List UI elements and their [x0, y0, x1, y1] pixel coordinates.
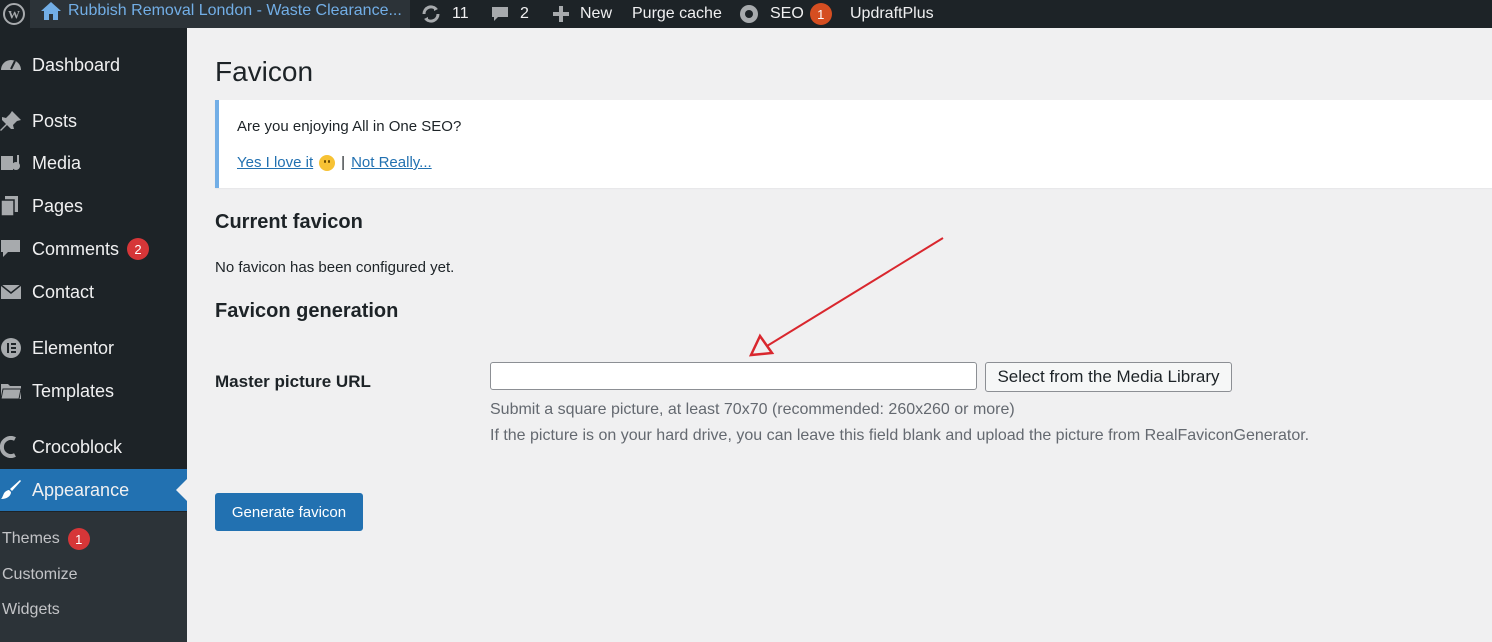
- menu-label: Elementor: [32, 337, 115, 358]
- elementor-icon: [0, 337, 32, 359]
- comments-badge: 2: [127, 238, 150, 260]
- notice-question: Are you enjoying All in One SEO?: [237, 118, 462, 135]
- menu-label: Crocoblock: [32, 436, 123, 457]
- menu-label: Media: [32, 152, 82, 173]
- link-separator: |: [341, 154, 346, 171]
- master-picture-label: Master picture URL: [215, 372, 371, 391]
- site-title: Rubbish Removal London - Waste Clearance…: [68, 2, 402, 19]
- page-title: Favicon: [215, 56, 314, 87]
- mail-icon: [0, 281, 32, 303]
- svg-text:W: W: [8, 8, 20, 22]
- wordpress-logo-icon[interactable]: W: [0, 0, 28, 28]
- master-picture-url-input[interactable]: [490, 362, 977, 390]
- seo-badge: 1: [809, 3, 832, 25]
- submenu-themes[interactable]: Themes 1: [2, 528, 90, 550]
- menu-label: Contact: [32, 281, 95, 302]
- notice-links: Yes I love it | Not Really...: [237, 154, 432, 171]
- help-text-size: Submit a square picture, at least 70x70 …: [490, 401, 1015, 418]
- seo-menu-link[interactable]: SEO 1: [738, 0, 832, 28]
- plus-icon: [552, 5, 570, 23]
- current-favicon-heading: Current favicon: [215, 211, 363, 233]
- comment-icon: [0, 238, 32, 260]
- menu-dashboard[interactable]: Dashboard: [0, 45, 187, 85]
- pin-icon: [0, 110, 32, 132]
- new-label: New: [580, 5, 613, 22]
- folder-icon: [0, 380, 32, 402]
- menu-pages[interactable]: Pages: [0, 186, 187, 226]
- seo-gear-icon: [738, 3, 760, 25]
- comment-bubble-icon: [490, 4, 510, 24]
- admin-bar: W Rubbish Removal London - Waste Clearan…: [0, 0, 1492, 28]
- themes-badge: 1: [67, 528, 90, 550]
- purge-cache-link[interactable]: Purge cache: [632, 0, 722, 28]
- menu-appearance[interactable]: Appearance: [0, 469, 187, 511]
- submenu-label: Themes: [2, 530, 60, 547]
- crocoblock-icon: [0, 436, 32, 458]
- help-text-upload: If the picture is on your hard drive, yo…: [490, 427, 1310, 444]
- comments-count: 2: [520, 5, 529, 22]
- menu-comments[interactable]: Comments 2: [0, 229, 187, 269]
- select-media-library-button[interactable]: Select from the Media Library: [985, 362, 1232, 392]
- submenu-label: Customize: [2, 566, 78, 583]
- updates-count: 11: [452, 5, 469, 22]
- menu-label: Templates: [32, 380, 115, 401]
- site-name-link[interactable]: Rubbish Removal London - Waste Clearance…: [30, 0, 410, 28]
- menu-posts[interactable]: Posts: [0, 101, 187, 141]
- current-favicon-text: No favicon has been configured yet.: [215, 259, 455, 276]
- menu-label: Appearance: [32, 479, 130, 500]
- refresh-icon: [420, 3, 442, 25]
- updates-link[interactable]: 11: [420, 0, 469, 28]
- menu-templates[interactable]: Templates: [0, 371, 187, 411]
- updraftplus-label: UpdraftPlus: [850, 5, 934, 22]
- comments-link[interactable]: 2: [490, 0, 529, 28]
- menu-label: Posts: [32, 110, 78, 131]
- menu-media[interactable]: Media: [0, 143, 187, 183]
- favicon-generation-heading: Favicon generation: [215, 300, 399, 322]
- submenu-customize[interactable]: Customize: [2, 566, 78, 584]
- pages-icon: [0, 195, 32, 217]
- dashboard-icon: [0, 54, 32, 76]
- smile-emoji-icon: [319, 154, 336, 171]
- menu-label: Pages: [32, 195, 84, 216]
- purge-cache-label: Purge cache: [632, 5, 722, 22]
- seo-feedback-notice: Are you enjoying All in One SEO? Yes I l…: [215, 100, 1492, 188]
- not-really-link[interactable]: Not Really...: [351, 154, 432, 171]
- generate-favicon-button[interactable]: Generate favicon: [215, 493, 363, 531]
- media-icon: [0, 152, 32, 174]
- submenu-widgets[interactable]: Widgets: [2, 601, 60, 619]
- menu-contact[interactable]: Contact: [0, 272, 187, 312]
- appearance-submenu: Themes 1 Customize Widgets: [0, 512, 187, 642]
- new-content-link[interactable]: New: [552, 0, 612, 28]
- yes-love-it-link[interactable]: Yes I love it: [237, 154, 313, 171]
- menu-elementor[interactable]: Elementor: [0, 328, 187, 368]
- home-icon: [40, 1, 62, 21]
- brush-icon: [0, 479, 32, 501]
- updraftplus-link[interactable]: UpdraftPlus: [850, 0, 934, 28]
- menu-label: Dashboard: [32, 54, 121, 75]
- current-menu-arrow: [176, 479, 187, 501]
- seo-label: SEO: [770, 5, 804, 22]
- submenu-label: Widgets: [2, 601, 60, 618]
- menu-crocoblock[interactable]: Crocoblock: [0, 427, 187, 467]
- menu-label: Comments: [32, 238, 120, 259]
- admin-sidebar: Dashboard Posts Media Pages Comments 2 C…: [0, 28, 187, 642]
- main-content: Favicon Are you enjoying All in One SEO?…: [187, 28, 1492, 642]
